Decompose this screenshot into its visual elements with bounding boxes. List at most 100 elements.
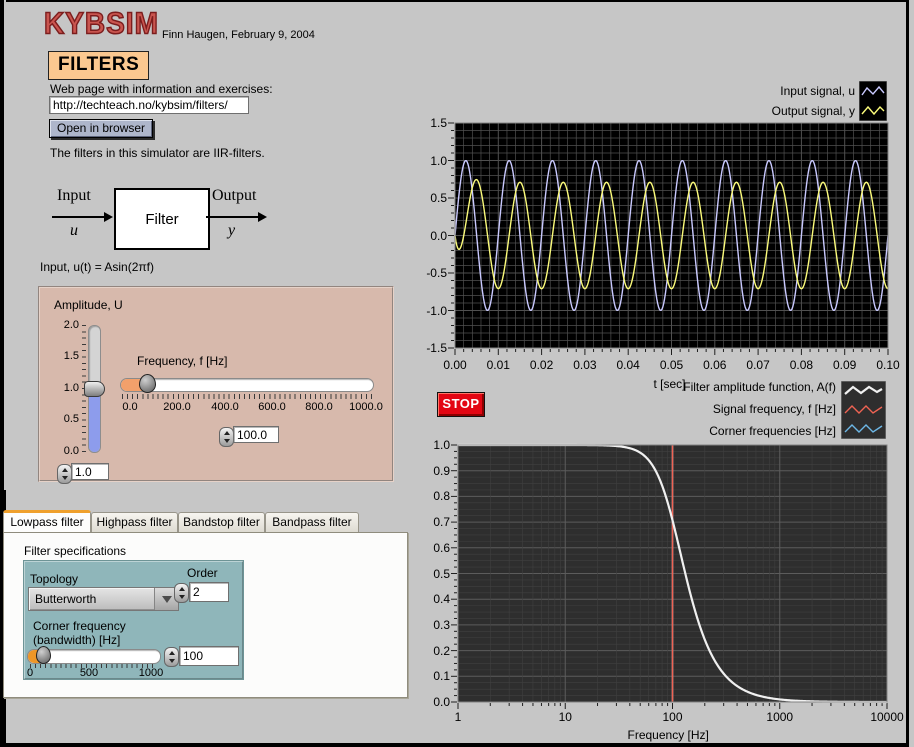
tab-bandpass-filter[interactable]: Bandpass filter (265, 512, 359, 532)
tab-lowpass-filter[interactable]: Lowpass filter (3, 510, 91, 532)
axis-tick-label: 0.00 (441, 358, 469, 372)
frequency-scale-600: 600.0 (257, 401, 287, 413)
frequency-spinner[interactable] (219, 427, 234, 447)
axis-tick-label: 0.0 (413, 229, 447, 243)
axis-tick-label: 0.4 (420, 592, 450, 606)
iir-note: The filters in this simulator are IIR-fi… (50, 146, 265, 160)
window-frame-bottom (0, 743, 909, 747)
diagram-output-arrow-line (206, 216, 258, 218)
tab-highpass-filter[interactable]: Highpass filter (91, 512, 178, 532)
topology-value: Butterworth (29, 592, 96, 606)
axis-tick-label: 0.2 (420, 644, 450, 658)
corner-scale-0: 0 (27, 667, 33, 679)
frequency-slider-track[interactable] (120, 378, 374, 392)
legend-output-signal: Output signal, y (700, 104, 855, 118)
axis-tick-label: 0.7 (420, 515, 450, 529)
axis-tick-label: 1000 (760, 710, 800, 724)
diagram-input-arrowhead-icon (104, 212, 113, 222)
url-input[interactable] (49, 96, 249, 114)
corner-frequency-value-field[interactable] (179, 646, 239, 666)
amplitude-scale-1: 1.0 (54, 382, 79, 394)
frequency-value-field[interactable] (233, 426, 279, 443)
diagram-output-label: Output (212, 187, 256, 205)
order-value-field[interactable] (189, 582, 229, 602)
order-label: Order (187, 566, 218, 580)
axis-tick-label: 0.04 (614, 358, 642, 372)
corner-frequency-slider-handle[interactable] (36, 646, 51, 664)
window-frame-top (6, 0, 909, 2)
diagram-filter-label: Filter (145, 211, 178, 228)
diagram-input-label: Input (57, 187, 91, 205)
diagram-filter-box: Filter (114, 188, 210, 250)
axis-tick-label: 1.0 (413, 154, 447, 168)
axis-tick-label: 10000 (867, 710, 907, 724)
axis-tick-label: 1 (438, 710, 478, 724)
amplitude-scale-0-5: 0.5 (54, 413, 79, 425)
amplitude-scale-2: 2.0 (54, 319, 79, 331)
amplitude-scale-0: 0.0 (54, 445, 79, 457)
frequency-slider-handle[interactable] (139, 374, 156, 393)
window-frame-right (906, 0, 909, 747)
tab-bandstop-filter[interactable]: Bandstop filter (178, 512, 265, 532)
corner-frequency-spinner[interactable] (164, 647, 179, 667)
amplitude-slider-handle[interactable] (84, 381, 105, 397)
axis-tick-label: 0.05 (658, 358, 686, 372)
frequency-response-chart (458, 445, 887, 702)
frequency-scale-1000: 1000.0 (346, 401, 386, 413)
amplitude-value-field[interactable] (71, 463, 109, 480)
frequency-scale-200: 200.0 (162, 401, 192, 413)
frequency-scale-400: 400.0 (210, 401, 240, 413)
legend-corner-frequencies: Corner frequencies [Hz] (626, 424, 836, 438)
input-signal-panel: Amplitude, U 2.0 1.5 1.0 0.5 0.0 Frequen… (38, 286, 394, 482)
byline: Finn Haugen, February 9, 2004 (162, 29, 315, 41)
amplitude-label: Amplitude, U (54, 298, 123, 312)
diagram-input-arrow-line (52, 216, 104, 218)
axis-tick-label: 0.09 (831, 358, 859, 372)
amplitude-slider-fill (89, 389, 100, 452)
kybsim-logo: KYBSIM (44, 7, 159, 42)
diagram-output-arrowhead-icon (258, 212, 267, 222)
axis-tick-label: -0.5 (413, 266, 447, 280)
axis-tick-label: 0.01 (484, 358, 512, 372)
axis-tick-label: 0.0 (420, 695, 450, 709)
legend-signal-frequency: Signal frequency, f [Hz] (626, 402, 836, 416)
axis-tick-label: 0.10 (874, 358, 902, 372)
order-spinner[interactable] (174, 583, 189, 603)
axis-tick-label: 10 (545, 710, 585, 724)
axis-tick-label: 0.07 (744, 358, 772, 372)
frequency-scale-800: 800.0 (304, 401, 334, 413)
axis-tick-label: -1.5 (413, 341, 447, 355)
stop-button[interactable]: STOP (437, 392, 485, 417)
diagram-output-symbol: y (228, 222, 235, 240)
topology-dropdown[interactable]: Butterworth (28, 587, 179, 611)
corner-scale-500: 500 (77, 667, 101, 679)
lowpass-tab-page: Filter specifications Topology Butterwor… (3, 532, 408, 698)
axis-tick-label: Frequency [Hz] (628, 728, 709, 742)
page-title: FILTERS (48, 51, 149, 80)
axis-tick-label: 0.5 (413, 191, 447, 205)
topology-label: Topology (30, 572, 78, 586)
axis-tick-label: 0.03 (571, 358, 599, 372)
frequency-label: Frequency, f [Hz] (137, 354, 227, 368)
axis-tick-label: 0.08 (787, 358, 815, 372)
amplitude-spinner[interactable] (57, 464, 72, 484)
open-in-browser-button[interactable]: Open in browser (49, 119, 153, 138)
corner-frequency-label-line2: (bandwidth) [Hz] (33, 633, 120, 647)
axis-tick-label: 0.9 (420, 464, 450, 478)
amplitude-scale-1-5: 1.5 (54, 350, 79, 362)
kybsim-front-panel: KYBSIM Finn Haugen, February 9, 2004 FIL… (0, 0, 914, 747)
axis-tick-label: 100 (653, 710, 693, 724)
filter-spec-panel: Topology Butterworth Order Corner freque… (23, 560, 244, 680)
frequency-slider-ticks (122, 394, 374, 399)
frequency-chart-legend-swatches[interactable] (841, 381, 886, 439)
diagram-input-symbol: u (70, 222, 78, 240)
axis-tick-label: 0.5 (420, 567, 450, 581)
axis-tick-label: 0.06 (701, 358, 729, 372)
corner-frequency-label-line1: Corner frequency (33, 619, 126, 633)
input-equation: Input, u(t) = Asin(2πf) (40, 260, 154, 274)
axis-tick-label: 1.0 (420, 438, 450, 452)
time-chart-legend-swatches[interactable] (859, 81, 887, 121)
frequency-scale-0: 0.0 (115, 401, 145, 413)
axis-tick-label: 1.5 (413, 116, 447, 130)
axis-tick-label: 0.6 (420, 541, 450, 555)
